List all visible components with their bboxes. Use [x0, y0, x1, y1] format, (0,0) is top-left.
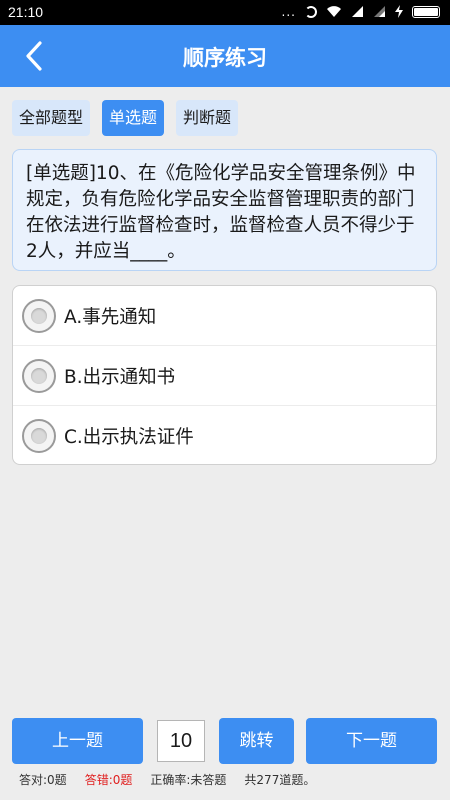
option-a[interactable]: A.事先通知 — [13, 286, 436, 346]
radio-button-icon[interactable] — [22, 358, 56, 393]
jump-button[interactable]: 跳转 — [219, 718, 294, 764]
app-bar: 顺序练习 — [0, 25, 450, 87]
battery-icon — [412, 6, 440, 18]
page-title: 顺序练习 — [183, 46, 267, 70]
wifi-icon — [326, 3, 342, 22]
option-label: C.出示执法证件 — [64, 427, 194, 448]
status-icons: ... — [282, 4, 440, 20]
charging-icon — [395, 3, 403, 22]
tab-all-types[interactable]: 全部题型 — [12, 100, 91, 136]
signal-icon-1 — [351, 3, 364, 22]
bottom-navigation: 上一题 跳转 下一题 — [0, 718, 450, 764]
options-list: A.事先通知 B.出示通知书 C.出示执法证件 — [12, 285, 437, 465]
total-questions: 共277道题。 — [244, 773, 316, 787]
option-b[interactable]: B.出示通知书 — [13, 346, 436, 406]
question-card: [单选题]10、在《危险化学品安全管理条例》中规定，负有危险化学品安全监督管理职… — [12, 149, 437, 271]
option-c[interactable]: C.出示执法证件 — [13, 406, 436, 464]
signal-icon-2 — [373, 3, 386, 22]
correct-count: 答对:0题 — [19, 773, 67, 787]
previous-question-button[interactable]: 上一题 — [12, 718, 143, 764]
option-label: A.事先通知 — [64, 306, 157, 328]
next-question-button[interactable]: 下一题 — [306, 718, 437, 764]
sync-icon — [305, 6, 317, 18]
wrong-count: 答错:0题 — [84, 773, 133, 787]
radio-button-icon[interactable] — [22, 298, 56, 333]
notification-dots-icon: ... — [281, 5, 296, 19]
option-label: B.出示通知书 — [64, 366, 176, 388]
question-type-tabs: 全部题型 单选题 判断题 — [12, 100, 239, 136]
status-time: 21:10 — [8, 4, 44, 20]
accuracy-rate: 正确率:未答题 — [150, 773, 227, 787]
question-text: [单选题]10、在《危险化学品安全管理条例》中规定，负有危险化学品安全监督管理职… — [26, 163, 416, 262]
question-number-input[interactable] — [157, 720, 205, 762]
radio-button-icon[interactable] — [22, 419, 56, 453]
tab-single-choice[interactable]: 单选题 — [102, 100, 165, 136]
stats-bar: 答对:0题 答错:0题 正确率:未答题 共277道题。 — [19, 771, 333, 788]
tab-true-false[interactable]: 判断题 — [176, 100, 239, 136]
status-bar: 21:10 ... — [0, 0, 450, 25]
